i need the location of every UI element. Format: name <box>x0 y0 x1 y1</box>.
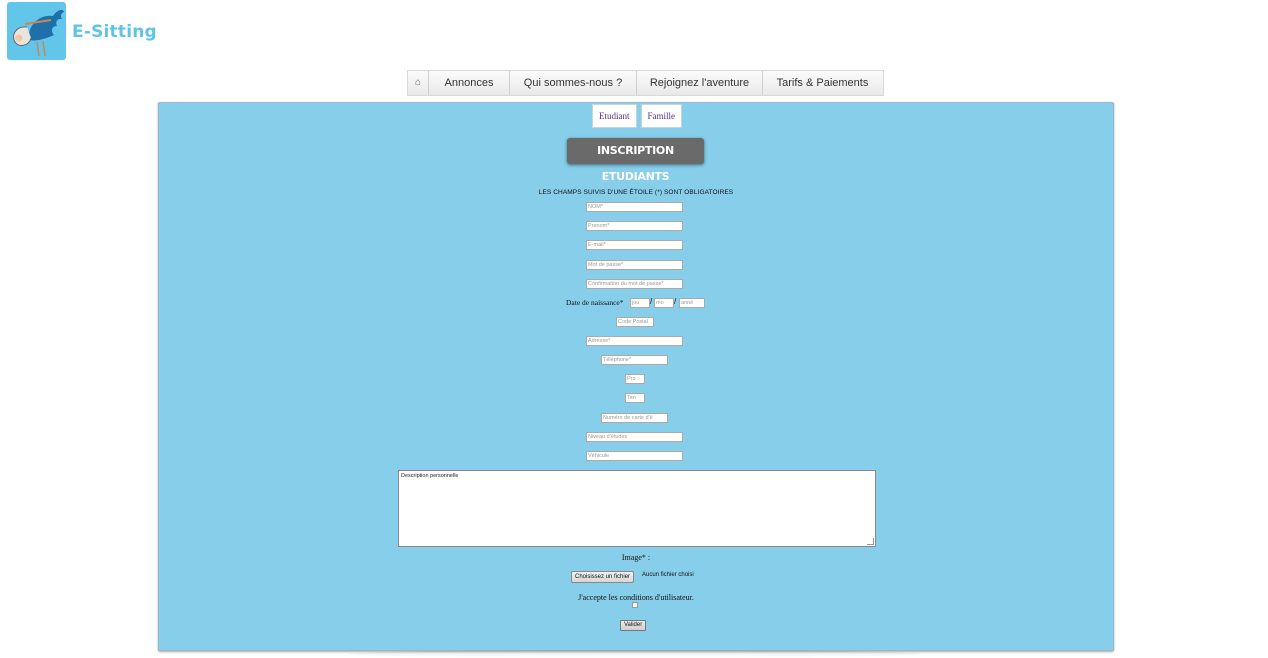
resize-handle-icon[interactable] <box>867 538 874 545</box>
pro-input[interactable]: Pro <box>625 374 645 384</box>
postal-code-input[interactable]: Code Postal <box>616 317 654 327</box>
nav-item-tarifs[interactable]: Tarifs & Paiements <box>763 71 882 95</box>
password-confirm-input[interactable]: Confirmation du mot de passe* <box>586 279 683 289</box>
panel-shadow <box>348 650 922 658</box>
tab-famille[interactable]: Famille <box>640 104 682 128</box>
logo[interactable] <box>7 2 66 60</box>
adresse-input[interactable]: Adresse* <box>586 336 683 346</box>
brand-name[interactable]: E-Sitting <box>72 22 157 42</box>
image-label: Image* : <box>621 553 651 562</box>
password-input[interactable]: Mot de passe* <box>586 260 683 270</box>
terms-label: J'accepte les conditions d'utilisateur. <box>578 593 694 602</box>
home-icon[interactable]: ⌂ <box>408 71 429 95</box>
dob-separator: / <box>674 297 677 306</box>
telephone-input[interactable]: Téléphone* <box>601 355 668 365</box>
vehicle-input[interactable]: Véhicule <box>586 451 683 461</box>
study-level-input[interactable]: Niveau d'études <box>586 432 683 442</box>
email-input[interactable]: E-mail* <box>586 240 683 250</box>
student-card-input[interactable]: Numéro de carte d'é <box>601 413 668 423</box>
dob-separator: / <box>650 297 653 306</box>
stork-icon <box>13 9 65 57</box>
form-title: INSCRIPTION ETUDIANTS <box>567 138 704 183</box>
description-textarea[interactable]: Description personnelle <box>398 470 876 547</box>
nav-item-annonces[interactable]: Annonces <box>429 71 510 95</box>
required-note: LES CHAMPS SUIVIS D'UNE ÉTOILE (*) SONT … <box>538 189 734 196</box>
dob-label: Date de naissance* <box>566 298 624 307</box>
file-status: Aucun fichier choisi <box>642 572 694 578</box>
nom-input[interactable]: NOM* <box>586 202 683 212</box>
description-placeholder: Description personnelle <box>401 473 459 479</box>
dob-month-input[interactable]: mo <box>654 298 674 308</box>
dob-day-input[interactable]: jou <box>630 298 650 308</box>
ten-input[interactable]: Ten <box>625 393 645 403</box>
prenom-input[interactable]: Prenom* <box>586 221 683 231</box>
registration-panel: Etudiant Famille INSCRIPTION ETUDIANTS L… <box>158 102 1114 651</box>
nav-item-qui-sommes-nous[interactable]: Qui sommes-nous ? <box>510 71 637 95</box>
choose-file-button[interactable]: Choisissez un fichier <box>571 571 635 583</box>
nav-item-rejoignez[interactable]: Rejoignez l'aventure <box>637 71 763 95</box>
dob-year-input[interactable]: anné <box>679 298 705 308</box>
main-nav: ⌂ Annonces Qui sommes-nous ? Rejoignez l… <box>407 70 884 96</box>
tab-etudiant[interactable]: Etudiant <box>592 104 637 128</box>
submit-button[interactable]: Valider <box>620 620 647 631</box>
tab-bar: Etudiant Famille <box>592 104 682 128</box>
terms-checkbox[interactable] <box>632 602 638 608</box>
